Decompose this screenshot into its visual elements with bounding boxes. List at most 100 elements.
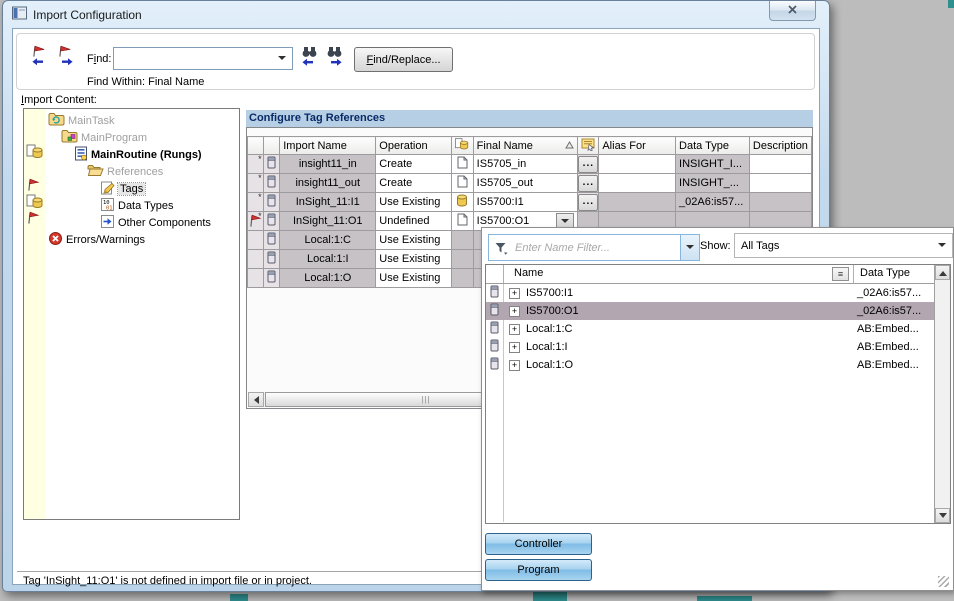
next-error-flag-button[interactable] [54,44,78,66]
tree-item-other-components[interactable]: Other Components [24,214,211,231]
row-header[interactable]: * [248,212,264,231]
description-cell[interactable] [749,174,811,193]
data-type-header[interactable]: Data Type [676,137,750,155]
tree-item-errors-warnings[interactable]: Errors/Warnings [24,231,145,248]
row-header[interactable] [248,250,264,269]
tag-data-type: AB:Embed... [857,341,919,353]
tree-item-label: Other Components [118,217,211,229]
row-header[interactable] [248,269,264,288]
flag-next-icon [56,45,76,66]
operation-cell[interactable]: Create [376,174,452,193]
expand-plus-icon[interactable]: + [509,306,520,317]
name-filter-input[interactable] [513,235,680,260]
tag-data-type: AB:Embed... [857,359,919,371]
list-item[interactable]: +IS5700:I1_02A6:is57... [486,284,934,302]
operation-cell[interactable]: Undefined [376,212,452,231]
tag-list-header: Name ≡ Data Type [486,265,934,284]
find-input[interactable] [114,51,278,66]
final-name-cell[interactable]: IS5705_out [473,174,578,193]
tags-icon [100,180,115,198]
operation-cell[interactable]: Use Existing [376,269,452,288]
new-or-existing-icon[interactable] [451,137,473,155]
desktop-teal-patch [533,592,567,601]
table-row[interactable]: *InSight_11:I1Use ExistingIS5700:I1..._0… [248,193,812,212]
row-header[interactable]: * [248,193,264,212]
task-folder-icon [48,112,65,129]
import-name-header[interactable]: Import Name [280,137,376,155]
find-combobox[interactable] [113,47,293,70]
properties-icon[interactable] [578,137,599,155]
find-next-button[interactable] [322,44,346,66]
name-filter-combobox[interactable] [488,234,700,261]
description-cell [749,193,811,212]
operation-cell[interactable]: Use Existing [376,231,452,250]
tag-icon [263,155,280,174]
find-toolbar-group: Find: Find/Replace... Find Within: Final… [16,33,815,90]
row-header[interactable]: * [248,174,264,193]
resize-grip[interactable] [938,576,949,587]
show-combobox[interactable]: All Tags [734,233,953,258]
alias-for-header[interactable]: Alias For [599,137,676,155]
tag-data-type: _02A6:is57... [857,305,921,317]
find-replace-label: Find/Replace... [367,54,441,66]
row-header[interactable]: * [248,155,264,174]
find-replace-button[interactable]: Find/Replace... [354,47,453,72]
status-separator [17,571,489,572]
scroll-down-button[interactable] [935,508,950,523]
expand-plus-icon[interactable]: + [509,342,520,353]
table-row[interactable]: *insight11_inCreateIS5705_in...INSIGHT_I… [248,155,812,174]
column-style-button[interactable]: ≡ [832,267,849,281]
program-button[interactable]: Program [485,559,592,581]
name-column-header[interactable]: Name [514,267,543,279]
list-item[interactable]: +Local:1:IAB:Embed... [486,338,934,356]
filter-funnel-icon[interactable] [489,235,513,260]
description-header[interactable]: Description [749,137,811,155]
browse-ellipsis-button[interactable]: ... [578,175,598,192]
final-name-cell[interactable]: IS5705_in [473,155,578,174]
operation-header[interactable]: Operation [376,137,452,155]
data-type-cell: INSIGHT_I... [676,155,750,174]
browse-ellipsis-button[interactable]: ... [578,194,598,211]
tag-data-type: AB:Embed... [857,323,919,335]
operation-cell[interactable]: Use Existing [376,250,452,269]
filter-dropdown-button[interactable] [680,235,699,260]
operation-cell[interactable]: Create [376,155,452,174]
list-item[interactable]: +Local:1:CAB:Embed... [486,320,934,338]
close-button[interactable] [769,1,816,21]
prev-error-flag-button[interactable] [28,44,52,66]
scroll-up-button[interactable] [935,265,950,280]
tree-item-references[interactable]: References [24,163,163,180]
tree-item-mainroutine-rungs-[interactable]: MainRoutine (Rungs) [24,146,202,163]
action-cell: ... [578,193,599,212]
table-row[interactable]: *insight11_outCreateIS5705_out...INSIGHT… [248,174,812,193]
tree-item-data-types[interactable]: 1001Data Types [24,197,173,214]
row-header[interactable] [248,231,264,250]
list-item[interactable]: +IS5700:O1_02A6:is57... [486,302,934,320]
expand-plus-icon[interactable]: + [509,288,520,299]
controller-button[interactable]: Controller [485,533,592,555]
vertical-scrollbar[interactable] [934,265,950,523]
find-previous-button[interactable] [297,44,321,66]
data-type-column-header[interactable]: Data Type [860,267,910,279]
description-cell[interactable] [749,155,811,174]
tag-icon [263,193,280,212]
expand-plus-icon[interactable]: + [509,324,520,335]
tag-icon [486,321,503,337]
browse-ellipsis-button[interactable]: ... [578,156,598,173]
alias-for-cell[interactable] [599,155,676,174]
chevron-down-icon[interactable] [278,56,286,64]
list-item[interactable]: +Local:1:OAB:Embed... [486,356,934,374]
scroll-left-button[interactable] [248,392,264,407]
tree-item-label: References [107,166,163,178]
tree-item-maintask[interactable]: MainTask [24,112,114,129]
desktop: { "window": { "title": "Import Configura… [0,0,954,601]
title-bar[interactable]: Import Configuration [3,1,829,28]
import-content-tree: MainTaskMainProgramMainRoutine (Rungs)Re… [23,108,240,520]
new-page-icon [451,212,473,231]
expand-plus-icon[interactable]: + [509,360,520,371]
final-name-cell[interactable]: IS5700:I1 [473,193,578,212]
show-label: Show: [700,240,731,252]
alias-for-cell[interactable] [599,174,676,193]
operation-cell[interactable]: Use Existing [376,193,452,212]
final-name-header[interactable]: Final Name [473,137,578,155]
